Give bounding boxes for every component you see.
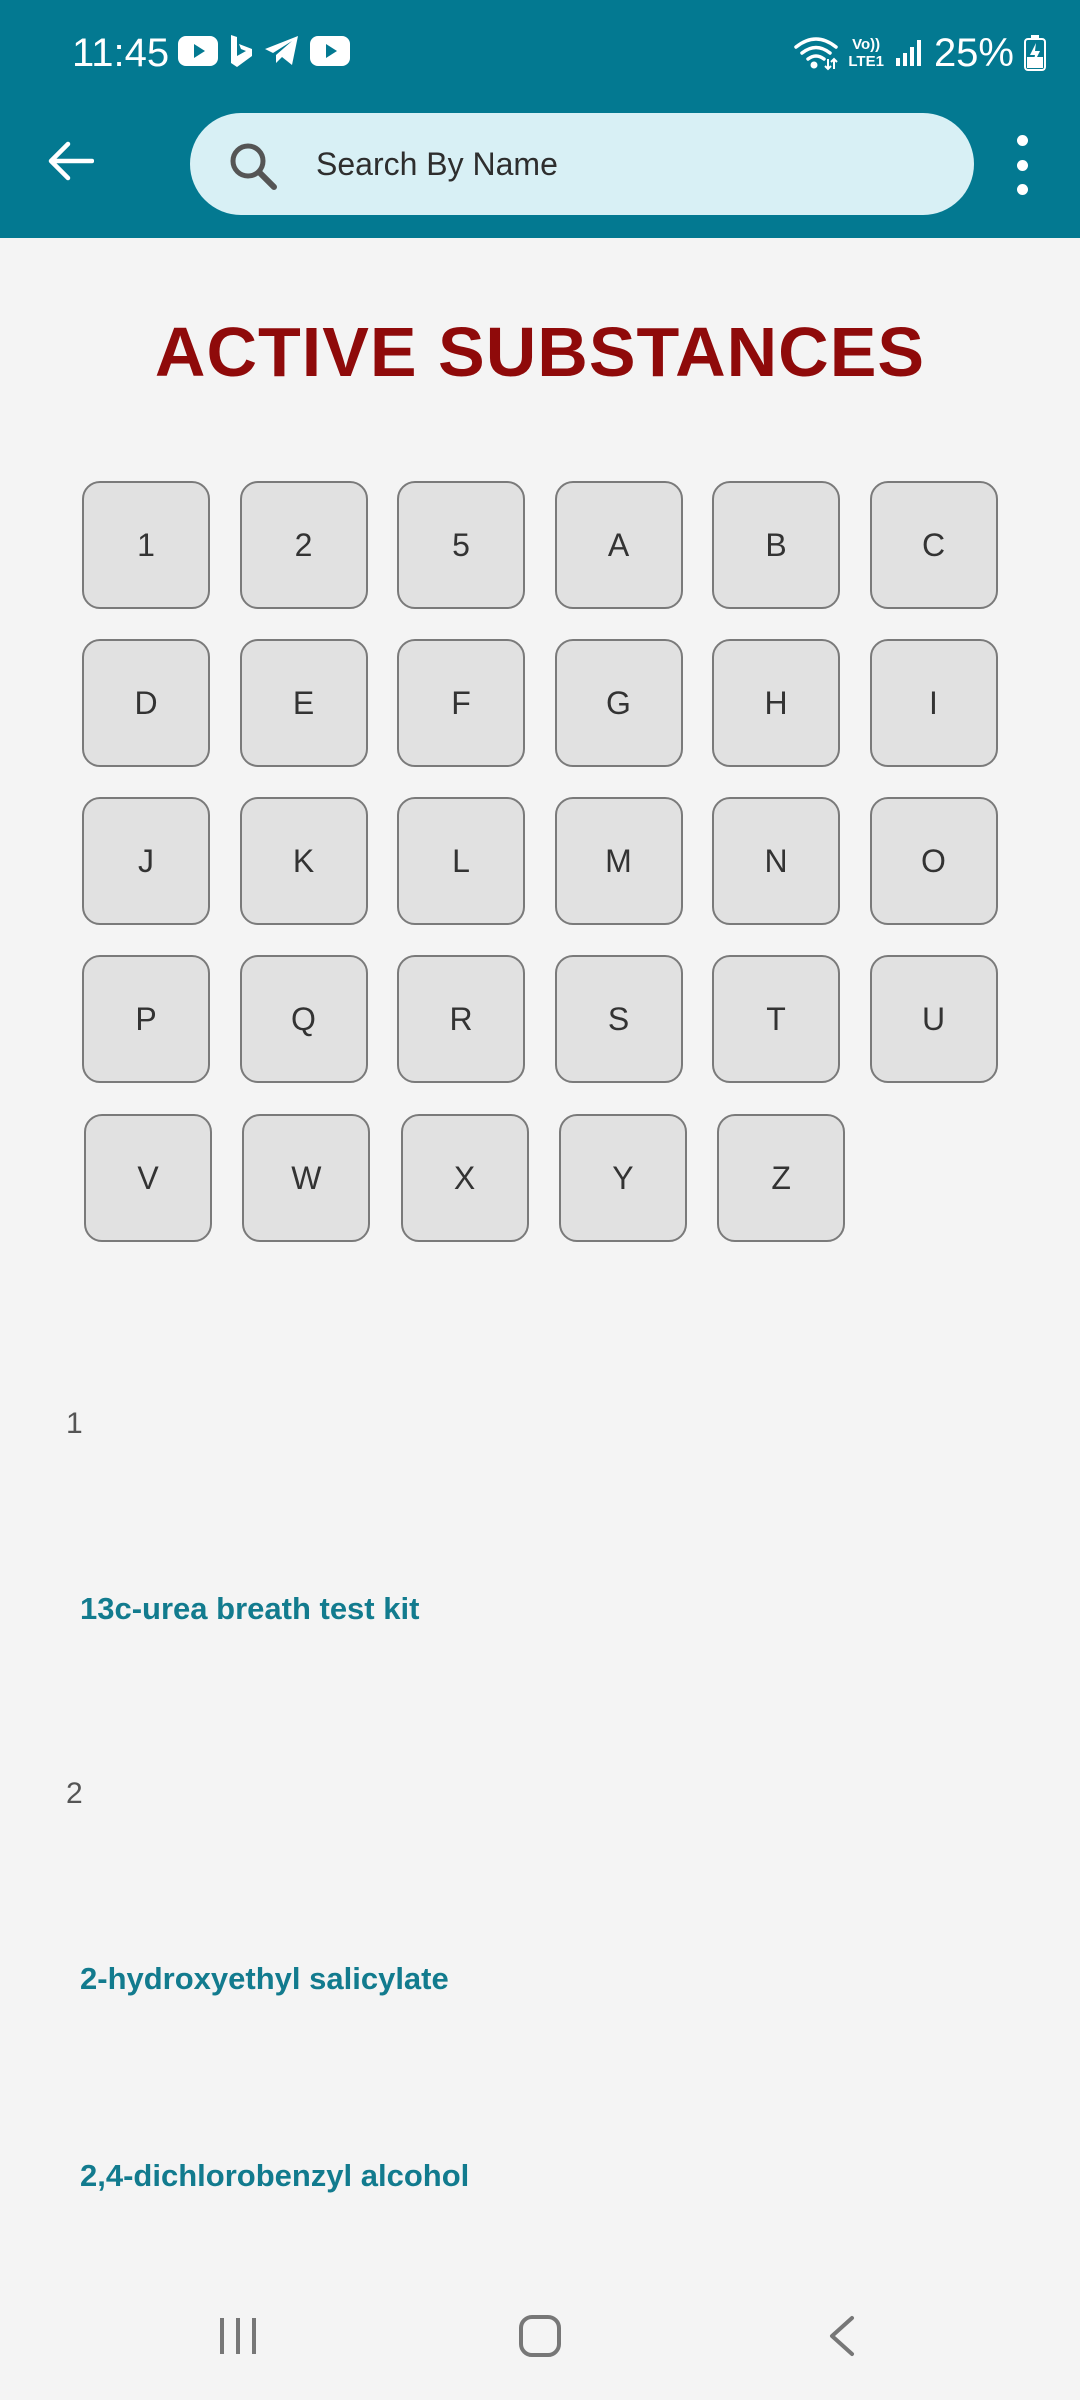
notification-icons bbox=[178, 34, 350, 68]
letter-button[interactable]: G bbox=[554, 639, 683, 767]
battery-percent: 25% bbox=[933, 31, 1014, 75]
home-button[interactable] bbox=[518, 2314, 562, 2358]
letter-button[interactable]: L bbox=[397, 797, 525, 925]
search-icon bbox=[230, 143, 277, 190]
letter-button[interactable]: W bbox=[242, 1114, 371, 1242]
status-time: 11:45 bbox=[72, 31, 170, 75]
section-header: 2 bbox=[66, 1777, 83, 1810]
letter-button[interactable]: S bbox=[554, 955, 683, 1083]
more-vert-icon-dot bbox=[1016, 159, 1028, 171]
letter-button[interactable]: X bbox=[400, 1114, 529, 1242]
volte-indicator: Vo)) LTE1 bbox=[848, 36, 884, 70]
system-status-icons: Vo)) LTE1 25% bbox=[794, 28, 1046, 78]
arrow-left-icon bbox=[48, 141, 94, 181]
letter-button[interactable]: Y bbox=[558, 1114, 687, 1242]
letter-button[interactable]: C bbox=[869, 481, 998, 609]
letter-button[interactable]: N bbox=[712, 797, 840, 925]
letter-button[interactable]: M bbox=[554, 797, 683, 925]
letter-button[interactable]: T bbox=[712, 955, 840, 1083]
lte-label: LTE1 bbox=[848, 53, 884, 70]
letter-button[interactable]: Z bbox=[717, 1114, 846, 1242]
letter-button[interactable]: R bbox=[397, 955, 525, 1083]
search-input[interactable] bbox=[316, 139, 936, 189]
wifi-icon bbox=[794, 37, 839, 71]
more-vert-icon-dot bbox=[1016, 184, 1028, 195]
letter-button[interactable]: Q bbox=[239, 955, 368, 1083]
letter-button[interactable]: D bbox=[82, 639, 210, 767]
letter-button[interactable]: A bbox=[554, 481, 683, 609]
letter-button[interactable]: 5 bbox=[397, 481, 525, 609]
battery-charging-icon bbox=[1024, 35, 1046, 71]
list-item[interactable]: 13c-urea breath test kit bbox=[80, 1591, 419, 1627]
letter-button[interactable]: K bbox=[239, 797, 368, 925]
letter-button[interactable]: H bbox=[712, 639, 840, 767]
letter-button[interactable]: J bbox=[82, 797, 210, 925]
letter-button[interactable]: F bbox=[397, 639, 525, 767]
more-options-button[interactable] bbox=[1004, 135, 1040, 195]
nav-back-button[interactable] bbox=[826, 2314, 856, 2358]
search-bar[interactable] bbox=[190, 113, 974, 215]
signal-icon bbox=[895, 40, 921, 66]
letter-button[interactable]: I bbox=[869, 639, 998, 767]
letter-button[interactable]: B bbox=[712, 481, 840, 609]
system-navigation-bar bbox=[0, 2290, 1080, 2400]
app-bar: 11:45 Vo)) LTE1 25% Search By Name bbox=[0, 0, 1080, 238]
letter-button[interactable]: E bbox=[239, 639, 368, 767]
letter-button[interactable]: V bbox=[84, 1114, 212, 1242]
list-item[interactable]: 2-hydroxyethyl salicylate bbox=[80, 1961, 449, 1997]
letter-button[interactable]: P bbox=[82, 955, 210, 1083]
letter-button[interactable]: 2 bbox=[239, 481, 368, 609]
youtube-icon bbox=[310, 36, 350, 66]
volte-label: Vo)) bbox=[852, 36, 881, 53]
letter-button[interactable]: 1 bbox=[82, 481, 210, 609]
more-vert-icon bbox=[1016, 135, 1028, 146]
list-item[interactable]: 2,4-dichlorobenzyl alcohol bbox=[80, 2158, 469, 2194]
section-header: 1 bbox=[66, 1407, 83, 1440]
youtube-icon bbox=[178, 36, 218, 66]
recents-button[interactable] bbox=[218, 2314, 258, 2358]
bing-icon bbox=[231, 35, 252, 67]
letter-button[interactable]: U bbox=[869, 955, 998, 1083]
letter-button[interactable]: O bbox=[869, 797, 998, 925]
back-button[interactable] bbox=[38, 128, 104, 194]
page-title: ACTIVE SUBSTANCES bbox=[154, 313, 926, 391]
telegram-icon bbox=[265, 36, 298, 65]
